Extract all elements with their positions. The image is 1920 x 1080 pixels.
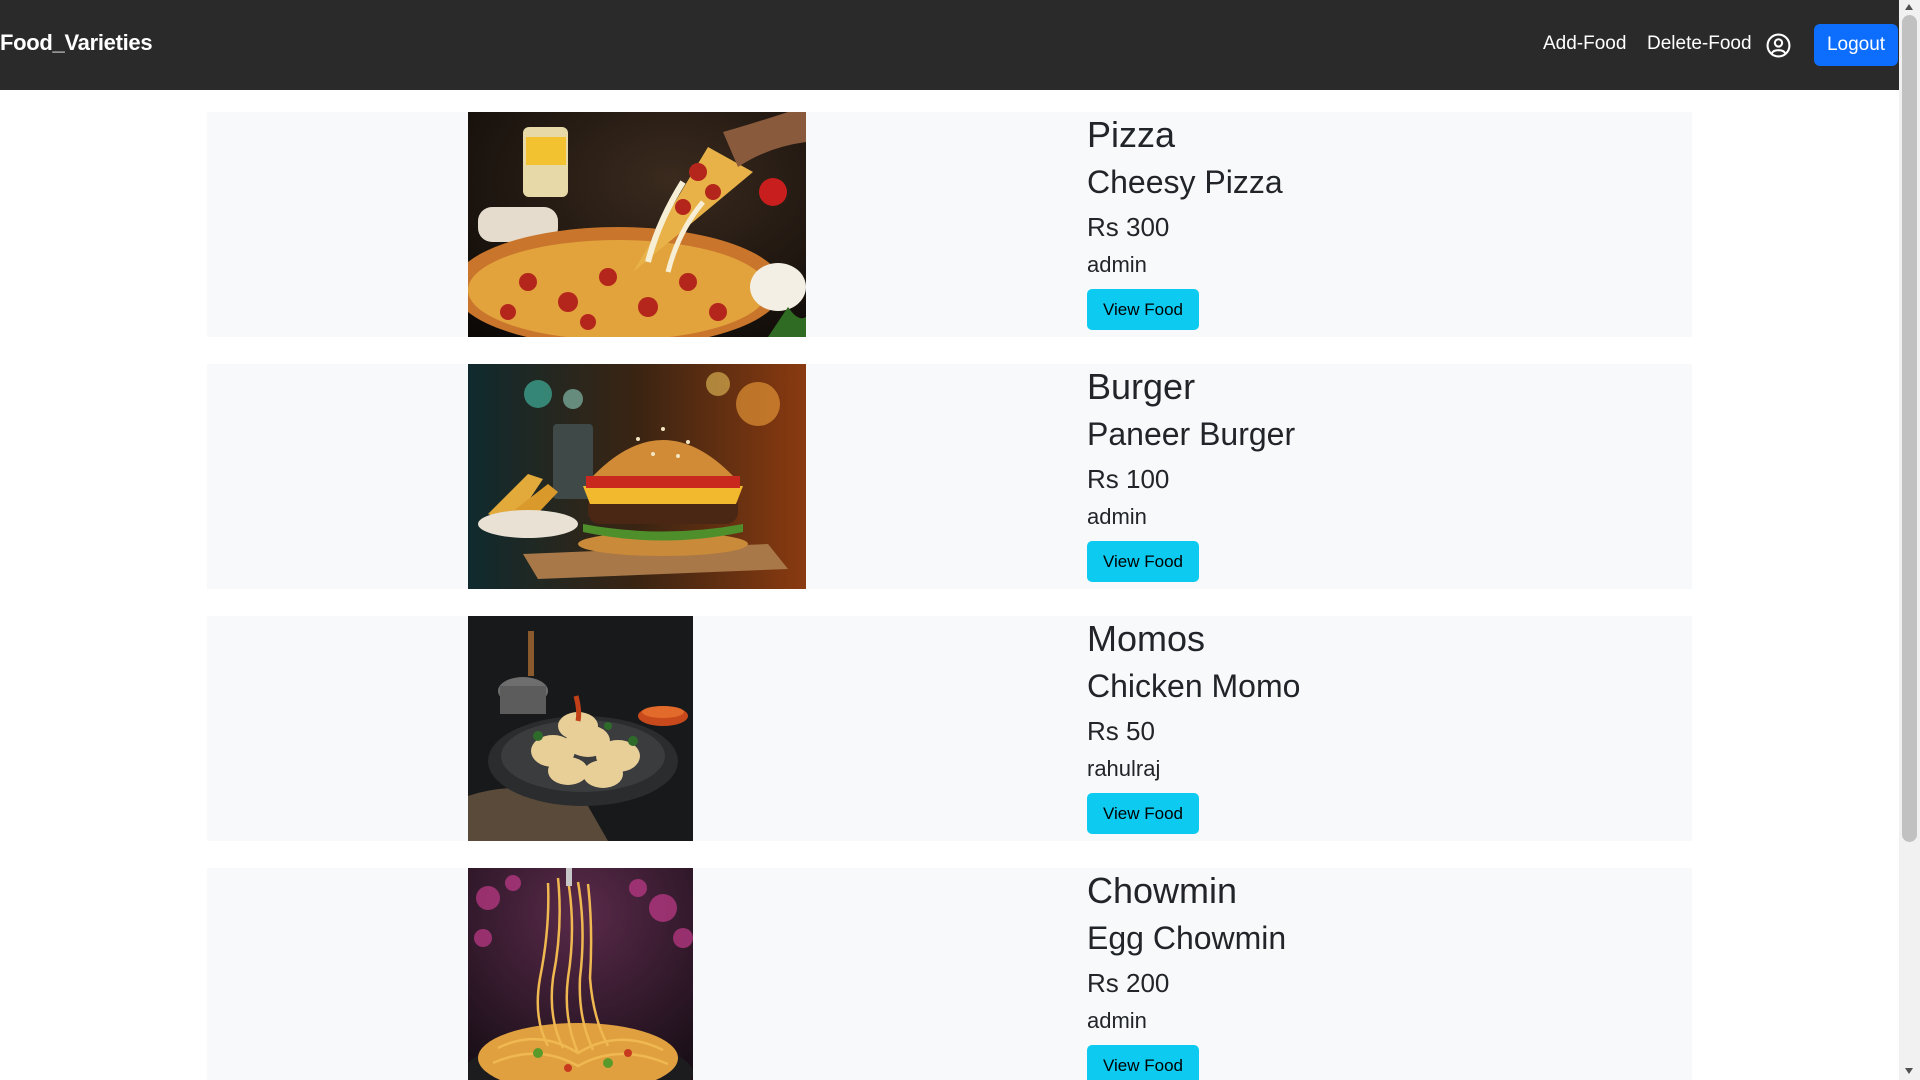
food-price: Rs 200 — [1087, 968, 1170, 998]
add-food-link[interactable]: Add-Food — [1543, 33, 1626, 55]
food-price: Rs 100 — [1087, 464, 1170, 494]
food-category: Chowmin — [1087, 870, 1238, 911]
food-owner: admin — [1087, 252, 1147, 277]
page-scrollbar[interactable] — [1899, 0, 1920, 1080]
chowmin-image — [468, 868, 693, 1080]
view-food-button[interactable]: View Food — [1087, 1045, 1199, 1080]
food-price: Rs 300 — [1087, 212, 1170, 242]
food-category: Momos — [1087, 618, 1206, 659]
food-owner: rahulraj — [1087, 756, 1161, 781]
food-name: Cheesy Pizza — [1087, 164, 1283, 200]
scroll-up-arrow-icon[interactable] — [1905, 4, 1913, 10]
pizza-image — [468, 112, 806, 337]
food-name: Egg Chowmin — [1087, 920, 1287, 956]
burger-image — [468, 364, 806, 589]
brand-link[interactable]: Food_Varieties — [0, 30, 153, 56]
food-card: Chowmin Egg Chowmin Rs 200 admin View Fo… — [207, 868, 1692, 1080]
food-category: Burger — [1087, 366, 1196, 407]
food-card: Momos Chicken Momo Rs 50 rahulraj View F… — [207, 616, 1692, 841]
scrollbar-thumb[interactable] — [1902, 15, 1917, 842]
momos-image — [468, 616, 693, 841]
scroll-down-arrow-icon[interactable] — [1905, 1068, 1913, 1074]
food-name: Paneer Burger — [1087, 416, 1296, 452]
logout-button[interactable]: Logout — [1814, 24, 1898, 66]
food-card: Pizza Cheesy Pizza Rs 300 admin View Foo… — [207, 112, 1692, 337]
food-owner: admin — [1087, 1008, 1147, 1033]
delete-food-link[interactable]: Delete-Food — [1647, 33, 1752, 55]
food-price: Rs 50 — [1087, 716, 1155, 746]
food-card: Burger Paneer Burger Rs 100 admin View F… — [207, 364, 1692, 589]
navbar: Food_Varieties Add-Food Delete-Food Logo… — [0, 0, 1899, 90]
food-owner: admin — [1087, 504, 1147, 529]
user-circle-icon[interactable] — [1766, 33, 1791, 58]
view-food-button[interactable]: View Food — [1087, 541, 1199, 582]
food-category: Pizza — [1087, 114, 1176, 155]
view-food-button[interactable]: View Food — [1087, 289, 1199, 330]
food-name: Chicken Momo — [1087, 668, 1301, 704]
view-food-button[interactable]: View Food — [1087, 793, 1199, 834]
